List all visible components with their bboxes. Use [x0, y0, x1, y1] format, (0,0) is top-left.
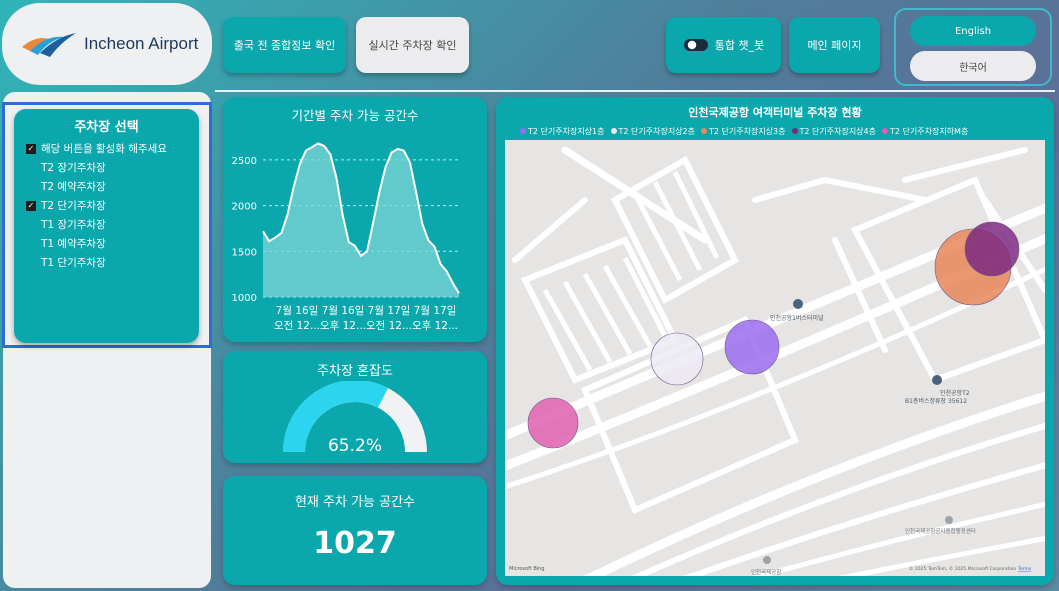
bus-terminal-label: 인천공항1버스터미널 — [770, 314, 824, 322]
parking-slicer: 주차장 선택 ✓ 해당 버튼을 활성화 해주세요 T2 장기주차장 T2 예약주차장 ✓… — [14, 109, 199, 343]
chatbot-button[interactable]: 통합 챗_봇 — [666, 17, 781, 73]
map-title: 인천국제공항 여객터미널 주차장 현황 — [688, 106, 862, 119]
y-tick-label: 1000 — [232, 293, 257, 304]
chatbot-toggle-icon — [683, 39, 708, 51]
slicer-checkbox[interactable] — [26, 181, 36, 192]
slicer-item[interactable]: ✓ T2 단기주차장 — [26, 196, 199, 215]
slicer-item-label: T1 예약주차장 — [41, 238, 106, 250]
legend-label: T2 단기주차장지상2층 — [618, 127, 696, 136]
legend-dot-icon — [791, 128, 798, 134]
bus-terminal-icon — [793, 299, 803, 309]
legend-label: T2 단기주차장지상1층 — [528, 127, 605, 136]
slicer-item[interactable]: T2 장기주차장 — [26, 158, 199, 177]
legend-item[interactable]: T2 단기주차장지상4층 — [791, 126, 877, 137]
incheon-airport-logo-icon — [22, 33, 76, 57]
legend-label: T2 단기주차장지하M층 — [890, 127, 969, 136]
legend-dot-icon — [882, 128, 888, 134]
logo: Incheon Airport — [2, 3, 212, 85]
congestion-card: 주차장 혼잡도 65.2% — [223, 351, 487, 463]
header-divider — [215, 90, 1055, 92]
slicer-checkbox[interactable] — [26, 162, 36, 173]
congestion-title: 주차장 혼잡도 — [317, 364, 393, 379]
map-attribution: © 2025 TomTom, © 2025 Microsoft Corporat… — [909, 565, 1016, 572]
language-selector: English 한국어 — [894, 8, 1052, 86]
slicer-title: 주차장 선택 — [74, 120, 139, 135]
slicer-item-label: T2 장기주차장 — [41, 162, 106, 174]
map-card: 인천국제공항 여객터미널 주차장 현황 T2 단기주차장지상1층 T2 단기주차장… — [496, 97, 1054, 585]
legend-item[interactable]: T2 단기주차장지상2층 — [610, 126, 696, 137]
pre-departure-info-button[interactable]: 출국 전 종합정보 확인 — [223, 17, 346, 73]
map-legend: T2 단기주차장지상1층 T2 단기주차장지상2층 T2 단기주차장지상3층 T2 단… — [496, 126, 1054, 137]
slicer-item-label: T2 예약주차장 — [41, 181, 106, 193]
parking-bubble[interactable] — [650, 332, 704, 386]
slicer-item-label: T1 단기주차장 — [41, 257, 106, 269]
slicer-list: ✓ 해당 버튼을 활성화 해주세요 T2 장기주차장 T2 예약주차장 ✓ T2 단기주차… — [14, 139, 199, 272]
bottom-road-label: 인천국제공항 — [751, 568, 781, 576]
english-button[interactable]: English — [910, 16, 1036, 46]
x-tick-label: 오전 12... — [366, 320, 412, 332]
slicer-checkbox[interactable] — [26, 238, 36, 249]
current-available-card: 현재 주차 가능 공간수 1027 — [223, 476, 487, 585]
gauge-value-label: 65.2% — [328, 436, 382, 456]
x-tick-label: 오전 12... — [274, 320, 320, 332]
slicer-item[interactable]: T1 단기주차장 — [26, 253, 199, 272]
availability-area — [263, 143, 459, 297]
legend-item[interactable]: T2 단기주차장지상3층 — [701, 126, 786, 137]
parking-bubble[interactable] — [724, 319, 780, 375]
slicer-checkbox[interactable]: ✓ — [26, 200, 36, 211]
map-terms-link[interactable]: Terms — [1017, 566, 1032, 572]
parking-bubble[interactable] — [964, 221, 1020, 277]
bottom-building-label: 인천국제공항공사종합행정센터 — [905, 527, 976, 535]
legend-label: T2 단기주차장지상4층 — [799, 127, 877, 136]
legend-dot-icon — [520, 128, 526, 134]
slicer-item-label: 해당 버튼을 활성화 해주세요 — [41, 143, 167, 155]
legend-item[interactable]: T2 단기주차장지상1층 — [520, 126, 605, 137]
legend-dot-icon — [701, 128, 707, 134]
slicer-item[interactable]: T2 예약주차장 — [26, 177, 199, 196]
parking-bubble[interactable] — [527, 397, 579, 449]
x-tick-label: 오후 12... — [412, 320, 458, 332]
y-tick-label: 2500 — [232, 156, 257, 167]
road-pin-icon — [763, 556, 771, 564]
building-pin-icon — [945, 516, 953, 524]
legend-item[interactable]: T2 단기주차장지하M층 — [882, 126, 968, 137]
realtime-parking-button[interactable]: 실시간 주차장 확인 — [356, 17, 469, 73]
x-tick-label: 7월 16일 — [276, 304, 319, 317]
parking-map[interactable]: 인천공항1버스터미널 인천공항T2 B1층버스정류장 35612 인천국제공항공… — [505, 140, 1045, 576]
chatbot-label: 통합 챗_봇 — [714, 39, 765, 52]
map-brand: Microsoft Bing — [509, 566, 545, 572]
slicer-item-label: T1 장기주차장 — [41, 219, 106, 231]
logo-text: Incheon Airport — [84, 34, 199, 53]
availability-chart-card: 기간별 주차 가능 공간수 1000 1500 2000 2500 7월 16일 오전 1… — [223, 97, 487, 342]
legend-dot-icon — [610, 128, 617, 134]
current-available-title: 현재 주차 가능 공간수 — [294, 495, 416, 510]
korean-button[interactable]: 한국어 — [910, 51, 1036, 81]
availability-chart-title: 기간별 주차 가능 공간수 — [291, 108, 419, 123]
x-tick-label: 7월 16일 — [322, 304, 365, 317]
bus-stop-label-line2: B1층버스정류장 35612 — [905, 397, 967, 405]
slicer-item[interactable]: ✓ 해당 버튼을 활성화 해주세요 — [26, 139, 199, 158]
x-tick-label: 7월 17일 — [414, 304, 457, 317]
x-tick-label: 오후 12... — [320, 320, 366, 332]
availability-area-chart: 10001500200025007월 16일오전 12...7월 16일오후 1… — [232, 142, 460, 332]
slicer-checkbox[interactable] — [26, 219, 36, 230]
x-tick-label: 7월 17일 — [368, 304, 411, 317]
slicer-frame: 주차장 선택 ✓ 해당 버튼을 활성화 해주세요 T2 장기주차장 T2 예약주차장 ✓… — [2, 102, 212, 348]
congestion-gauge: 65.2% — [283, 381, 427, 456]
bus-stop-icon — [932, 375, 942, 385]
y-tick-label: 1500 — [232, 247, 257, 258]
bus-stop-label-line1: 인천공항T2 — [940, 389, 970, 397]
slicer-item[interactable]: T1 장기주차장 — [26, 215, 199, 234]
current-available-value: 1027 — [313, 526, 397, 561]
slicer-item[interactable]: T1 예약주차장 — [26, 234, 199, 253]
legend-label: T2 단기주차장지상3층 — [709, 127, 786, 136]
slicer-checkbox[interactable] — [26, 257, 36, 268]
slicer-checkbox[interactable]: ✓ — [26, 143, 36, 154]
main-page-button[interactable]: 메인 페이지 — [789, 17, 880, 73]
y-tick-label: 2000 — [232, 202, 257, 213]
slicer-item-label: T2 단기주차장 — [41, 200, 106, 212]
map-roads: 인천공항1버스터미널 인천공항T2 B1층버스정류장 35612 인천국제공항공… — [505, 146, 1045, 576]
